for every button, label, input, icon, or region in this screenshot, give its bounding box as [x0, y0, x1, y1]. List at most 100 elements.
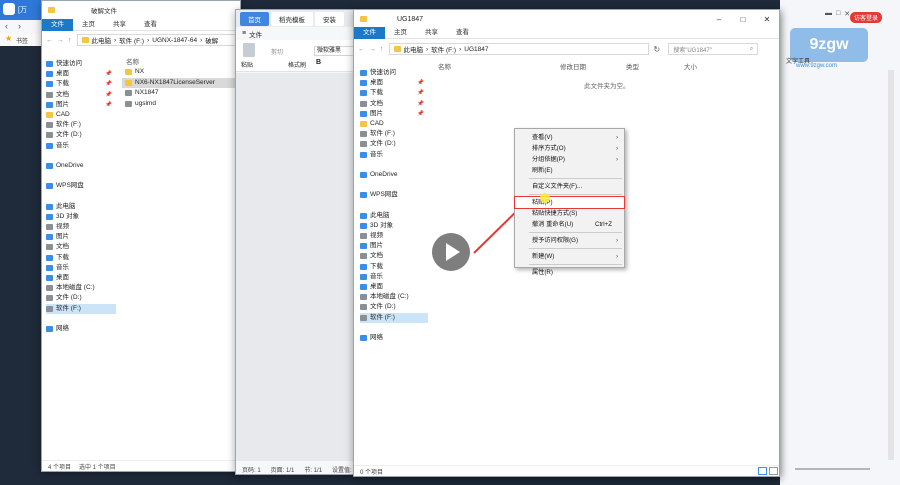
- text-tool-label[interactable]: 文字工具: [786, 56, 810, 65]
- crumb[interactable]: UGNX-1847-64: [152, 37, 197, 44]
- column-name[interactable]: 名称: [438, 61, 451, 71]
- nav-item[interactable]: 下载: [360, 262, 428, 272]
- wps-cut[interactable]: 剪切: [271, 47, 283, 56]
- nav-item[interactable]: 文件 (D:): [360, 302, 428, 312]
- nav-item[interactable]: 音乐: [360, 150, 428, 160]
- up-icon[interactable]: ↑: [380, 46, 384, 53]
- nav-item[interactable]: 下载: [46, 253, 116, 263]
- nav-item[interactable]: OneDrive: [360, 170, 428, 180]
- nav-item[interactable]: 本地磁盘 (C:): [360, 292, 428, 302]
- menu-item[interactable]: 撤消 重命名(U) Ctrl+Z: [515, 219, 624, 230]
- nav-item[interactable]: WPS网盘: [46, 181, 116, 191]
- tab-share[interactable]: 共享: [104, 19, 135, 31]
- nav-item[interactable]: 文件 (D:): [46, 130, 116, 140]
- wps-tab-install[interactable]: 安装: [315, 11, 344, 26]
- wps-paste[interactable]: 粘贴: [241, 60, 253, 69]
- menu-item[interactable]: 授予访问权限(G) ›: [515, 235, 624, 246]
- menu-item[interactable]: 查看(V) ›: [515, 132, 624, 143]
- nav-item[interactable]: 软件 (F:): [360, 129, 428, 139]
- menu-item[interactable]: 分组依据(P) ›: [515, 154, 624, 165]
- nav-item[interactable]: 视频: [46, 222, 116, 232]
- wps-tab-home[interactable]: 首页: [240, 11, 269, 26]
- column-type[interactable]: 类型: [626, 61, 639, 71]
- column-size[interactable]: 大小: [684, 61, 697, 71]
- menu-item[interactable]: 刷新(E): [515, 165, 624, 176]
- nav-item[interactable]: 文档 📌: [360, 99, 428, 109]
- forward-icon[interactable]: ›: [18, 21, 21, 31]
- close-icon[interactable]: ✕: [755, 15, 779, 24]
- column-modified[interactable]: 修改日期: [560, 61, 586, 71]
- hamburger-icon[interactable]: ≡: [242, 30, 246, 37]
- menu-item[interactable]: 属性(R): [515, 267, 624, 278]
- nav-item[interactable]: 桌面 📌: [360, 78, 428, 88]
- nav-item[interactable]: 软件 (F:): [46, 120, 116, 130]
- back-icon[interactable]: ←: [46, 37, 53, 44]
- nav-item[interactable]: 下载 📌: [46, 79, 116, 89]
- back-icon[interactable]: ←: [358, 46, 365, 53]
- nav-item[interactable]: 快速访问: [46, 59, 116, 69]
- main-address-bar[interactable]: 此电脑 › 软件 (F:) › UG1847: [388, 43, 649, 55]
- tab-home[interactable]: 主页: [73, 19, 104, 31]
- right-scrollbar[interactable]: [888, 70, 894, 460]
- tab-home[interactable]: 主页: [385, 27, 416, 39]
- tab-file[interactable]: 文件: [42, 18, 73, 31]
- nav-item[interactable]: 图片 📌: [360, 109, 428, 119]
- nav-item[interactable]: 图片: [46, 232, 116, 242]
- nav-item[interactable]: 桌面 📌: [46, 69, 116, 79]
- nav-item[interactable]: 快速访问: [360, 68, 428, 78]
- nav-item[interactable]: 文件 (D:): [360, 139, 428, 149]
- nav-item[interactable]: CAD: [46, 110, 116, 120]
- nav-item[interactable]: 文档: [360, 251, 428, 261]
- nav-item[interactable]: WPS网盘: [360, 190, 428, 200]
- nav-item[interactable]: 音乐: [360, 272, 428, 282]
- tab-file[interactable]: 文件: [354, 26, 385, 39]
- nav-item[interactable]: 3D 对象: [46, 212, 116, 222]
- nav-item[interactable]: 桌面: [46, 273, 116, 283]
- bold-button[interactable]: B: [316, 59, 321, 66]
- crumb[interactable]: 此电脑: [404, 44, 424, 54]
- nav-item[interactable]: 网络: [46, 324, 116, 334]
- nav-item[interactable]: 本地磁盘 (C:): [46, 283, 116, 293]
- nav-item[interactable]: 音乐: [46, 263, 116, 273]
- crumb[interactable]: 软件 (F:): [119, 35, 144, 45]
- file-row[interactable]: NX1847: [122, 88, 240, 99]
- menu-item[interactable]: 粘贴(P): [514, 196, 625, 209]
- file-row[interactable]: NX6-NX1847LicenseServer: [122, 77, 240, 88]
- user-button[interactable]: 访客登录: [850, 12, 883, 23]
- nav-item[interactable]: 文档: [46, 242, 116, 252]
- wps-format-painter[interactable]: 格式刷: [288, 60, 306, 69]
- bookmark-label[interactable]: 书签: [16, 36, 28, 45]
- tab-view[interactable]: 查看: [135, 19, 166, 31]
- nav-item[interactable]: 此电脑: [360, 211, 428, 221]
- nav-item[interactable]: 软件 (F:): [360, 312, 428, 323]
- nav-item[interactable]: 下载 📌: [360, 88, 428, 98]
- minimize-icon[interactable]: –: [707, 15, 731, 24]
- menu-item[interactable]: 粘贴快捷方式(S): [515, 208, 624, 219]
- crumb[interactable]: 此电脑: [92, 35, 112, 45]
- nav-item[interactable]: 软件 (F:): [46, 303, 116, 314]
- menu-item[interactable]: 新建(W) ›: [515, 251, 624, 262]
- forward-icon[interactable]: →: [57, 37, 64, 44]
- forward-icon[interactable]: →: [369, 46, 376, 53]
- nav-item[interactable]: 此电脑: [46, 202, 116, 212]
- tiles-view-icon[interactable]: [769, 467, 778, 475]
- wps-tab-template[interactable]: 稻壳模板: [271, 11, 313, 26]
- file-row[interactable]: ugslmd: [122, 99, 240, 110]
- zoom-slider[interactable]: [795, 468, 870, 470]
- nav-item[interactable]: CAD: [360, 119, 428, 129]
- search-input[interactable]: 搜索"UG1847" ⌕: [668, 43, 759, 55]
- left-column-header[interactable]: 名称: [126, 56, 139, 66]
- nav-item[interactable]: 图片: [360, 241, 428, 251]
- nav-item[interactable]: 音乐: [46, 141, 116, 151]
- tab-share[interactable]: 共享: [416, 27, 447, 39]
- crumb[interactable]: UG1847: [464, 46, 488, 53]
- nav-item[interactable]: 桌面: [360, 282, 428, 292]
- details-view-icon[interactable]: [758, 467, 767, 475]
- nav-item[interactable]: OneDrive: [46, 161, 116, 171]
- menu-item[interactable]: 自定义文件夹(F)...: [515, 181, 624, 192]
- back-icon[interactable]: ‹: [5, 21, 8, 31]
- minimize-icon[interactable]: ▬: [825, 10, 832, 18]
- nav-item[interactable]: 视频: [360, 231, 428, 241]
- nav-item[interactable]: 文档 📌: [46, 90, 116, 100]
- nav-item[interactable]: 文件 (D:): [46, 293, 116, 303]
